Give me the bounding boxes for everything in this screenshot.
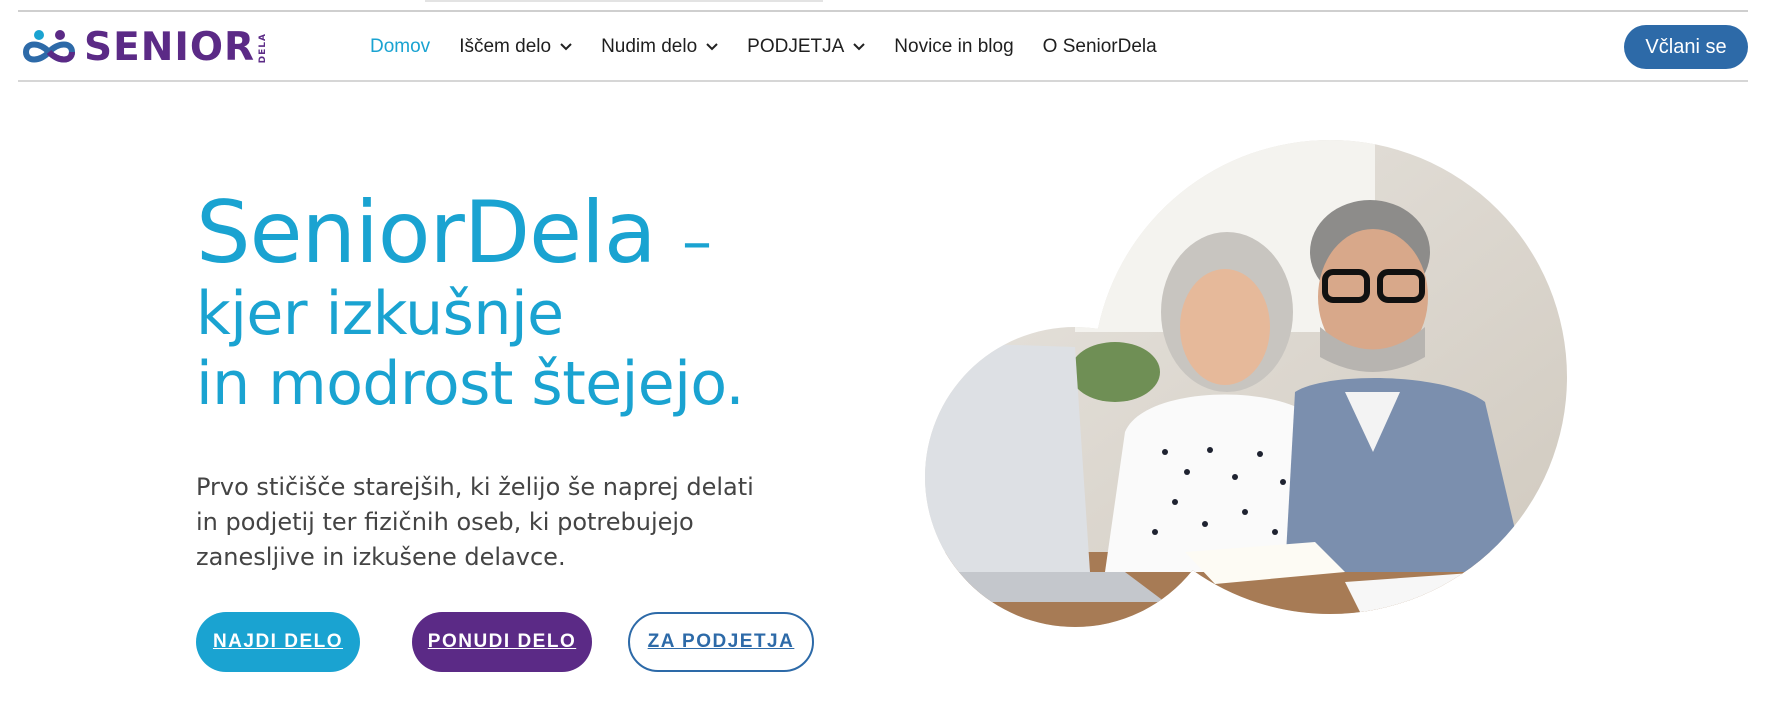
nav-item-label: O SeniorDela	[1042, 36, 1157, 57]
chevron-down-icon	[706, 43, 718, 51]
nav-item-nudim-delo[interactable]: Nudim delo	[601, 36, 718, 58]
logo-subtext: DELA	[258, 32, 269, 64]
nav-item-novice-in-blog[interactable]: Novice in blog	[894, 36, 1013, 58]
main-nav: Domov Iščem delo Nudim delo PODJETJA Nov…	[370, 12, 1186, 82]
chevron-down-icon	[560, 43, 572, 51]
nav-item-o-seniordela[interactable]: O SeniorDela	[1043, 36, 1157, 58]
for-companies-button[interactable]: ZA PODJETJA	[628, 612, 814, 672]
nav-item-domov[interactable]: Domov	[370, 36, 430, 58]
join-button[interactable]: Včlani se	[1624, 25, 1748, 69]
logo-wordmark: SENIOR	[84, 25, 256, 70]
hero-title-text: SeniorDela	[196, 183, 657, 283]
nav-item-label: Novice in blog	[894, 36, 1014, 57]
hero-title: SeniorDela –	[196, 188, 712, 287]
chevron-down-icon	[853, 43, 866, 51]
nav-item-label: Nudim delo	[601, 36, 698, 57]
site-logo[interactable]: SENIOR DELA	[18, 26, 268, 70]
nav-item-podjetja[interactable]: PODJETJA	[747, 36, 866, 58]
nav-item-label: PODJETJA	[747, 36, 845, 57]
nav-item-iscem-delo[interactable]: Iščem delo	[459, 36, 572, 58]
hero-subtitle-line-1: kjer izkušnje	[196, 279, 564, 349]
infinity-people-icon	[22, 30, 76, 63]
top-scroll-indicator	[425, 0, 823, 2]
offer-job-button[interactable]: PONUDI DELO	[412, 612, 592, 672]
hero-description-line: zanesljive in izkušene delavce.	[196, 543, 566, 571]
hero-description-line: Prvo stičišče starejših, ki želijo še na…	[196, 473, 754, 501]
nav-item-label: Iščem delo	[459, 36, 552, 57]
hero-description-line: in podjetij ter fizičnih oseb, ki potreb…	[196, 508, 694, 536]
hero-description: Prvo stičišče starejših, ki želijo še na…	[196, 470, 754, 575]
nav-item-label: Domov	[370, 36, 431, 57]
site-header: SENIOR DELA Domov Iščem delo Nudim delo …	[18, 12, 1748, 82]
hero-subtitle-line-2: in modrost štejejo.	[196, 349, 745, 419]
find-job-button[interactable]: NAJDI DELO	[196, 612, 360, 672]
hero-title-dash: –	[681, 207, 712, 277]
hero-photo-seniors-laptop	[925, 140, 1567, 627]
